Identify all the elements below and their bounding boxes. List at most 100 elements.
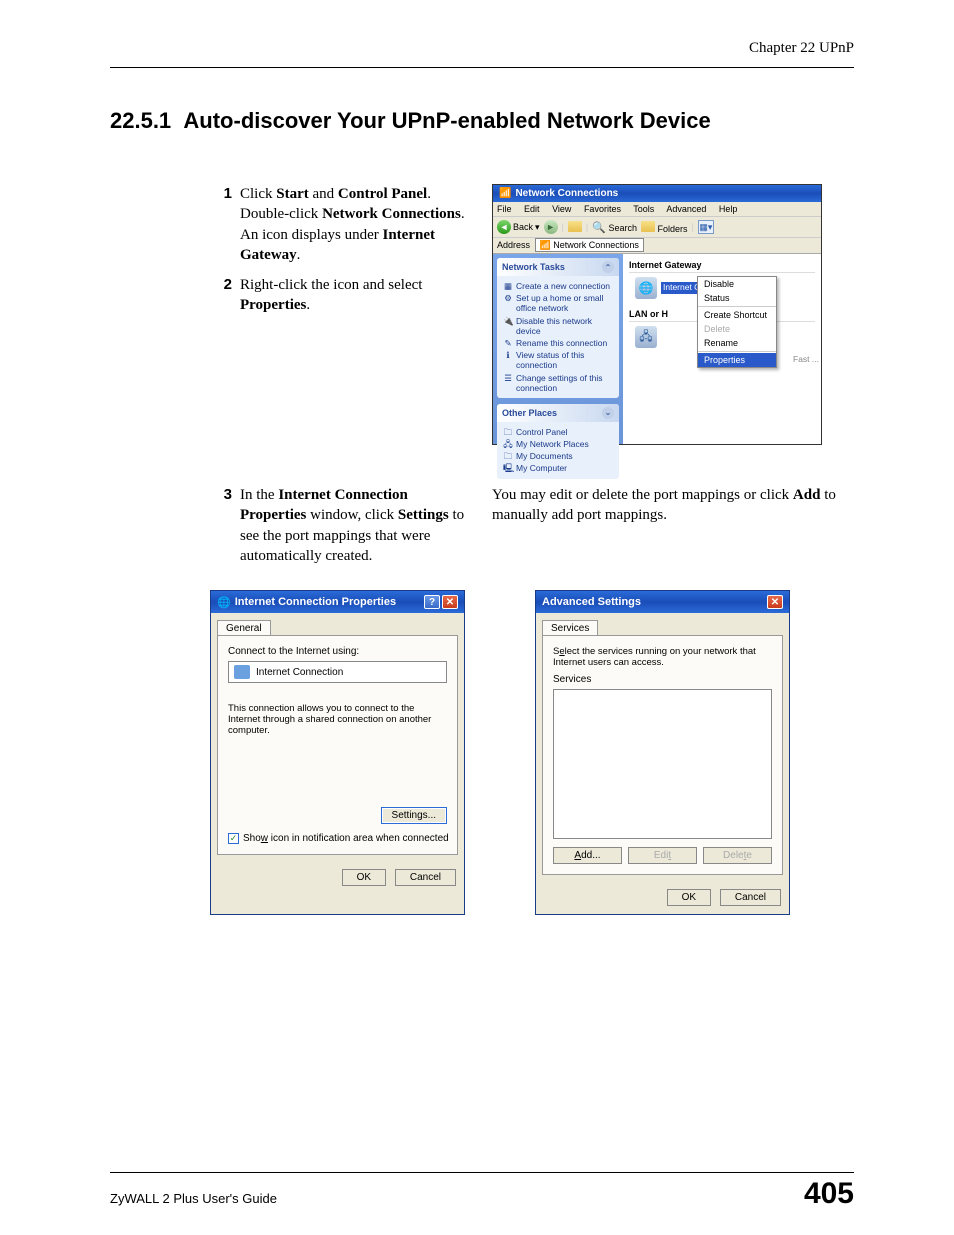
menu-edit[interactable]: Edit xyxy=(524,204,540,214)
cancel-button[interactable]: Cancel xyxy=(720,889,781,906)
task-view-status[interactable]: ℹView status of this connection xyxy=(503,349,613,371)
section-number: 22.5.1 xyxy=(110,108,171,133)
close-button[interactable]: ✕ xyxy=(767,595,783,609)
folders-icon xyxy=(641,221,655,232)
connect-using-label: Connect to the Internet using: xyxy=(228,646,447,657)
advanced-settings-dialog: Advanced Settings ✕ Services Select the … xyxy=(535,590,790,915)
back-button[interactable]: ◄ Back ▾ xyxy=(497,220,540,234)
step-number: 3 xyxy=(210,485,232,566)
step-body: Click Start and Control Panel. Double-cl… xyxy=(240,184,472,265)
step-number: 1 xyxy=(210,184,232,265)
toolbar: ◄ Back ▾ ► | | 🔍 Search Folders | ▦▾ xyxy=(493,217,821,238)
window-title: Network Connections xyxy=(515,188,618,199)
search-button[interactable]: 🔍 Search xyxy=(592,221,637,234)
connection-description: This connection allows you to connect to… xyxy=(228,703,447,736)
task-rename-connection[interactable]: ✎Rename this connection xyxy=(503,337,613,349)
window-icon: 📶 xyxy=(499,188,511,199)
services-description: Select the services running on your netw… xyxy=(553,646,772,668)
task-change-settings[interactable]: ☰Change settings of this connection xyxy=(503,372,613,394)
dialog-title: Internet Connection Properties xyxy=(235,596,396,608)
panel-header[interactable]: Network Tasks ⌃ xyxy=(497,258,619,276)
folders-button[interactable]: Folders xyxy=(641,221,688,234)
place-network-places[interactable]: 🖧My Network Places xyxy=(503,438,613,450)
dialog-titlebar[interactable]: Advanced Settings ✕ xyxy=(536,591,789,613)
right-note: You may edit or delete the port mappings… xyxy=(492,485,854,526)
menu-view[interactable]: View xyxy=(552,204,571,214)
dialog-title: Advanced Settings xyxy=(542,596,641,608)
close-button[interactable]: ✕ xyxy=(442,595,458,609)
connection-field[interactable]: Internet Connection xyxy=(228,661,447,683)
back-icon: ◄ xyxy=(497,220,511,234)
add-button[interactable]: Add... xyxy=(553,847,622,864)
address-value: Network Connections xyxy=(553,240,639,250)
checkbox-icon: ✓ xyxy=(228,833,239,844)
ctx-status[interactable]: Status xyxy=(698,291,776,305)
collapse-icon[interactable]: ⌃ xyxy=(602,261,614,273)
menu-advanced[interactable]: Advanced xyxy=(666,204,706,214)
address-bar[interactable]: Address 📶 Network Connections xyxy=(493,238,821,254)
menu-file[interactable]: File xyxy=(497,204,512,214)
header-rule xyxy=(110,67,854,68)
services-listbox[interactable] xyxy=(553,689,772,839)
dialog-titlebar[interactable]: 🌐 Internet Connection Properties ? ✕ xyxy=(211,591,464,613)
step-body: In the Internet Connection Properties wi… xyxy=(240,485,472,566)
main-pane: Internet Gateway 🌐 Internet Connection L… xyxy=(623,254,821,444)
connection-icon: 🌐 xyxy=(635,277,657,299)
truncated-text: Fast ... xyxy=(793,354,819,364)
forward-button[interactable]: ► xyxy=(544,220,558,234)
place-my-documents[interactable]: 🗀My Documents xyxy=(503,450,613,462)
page-footer: ZyWALL 2 Plus User's Guide 405 xyxy=(110,1172,854,1211)
group-internet-gateway: Internet Gateway xyxy=(629,258,815,273)
dialog-icon: 🌐 xyxy=(217,596,231,609)
ok-button[interactable]: OK xyxy=(342,869,386,886)
connection-name: Internet Connection xyxy=(256,667,343,678)
up-folder-icon xyxy=(568,221,582,232)
section-title: Auto-discover Your UPnP-enabled Network … xyxy=(183,108,710,133)
menu-help[interactable]: Help xyxy=(719,204,738,214)
tab-general[interactable]: General xyxy=(217,620,271,636)
task-disable-device[interactable]: 🔌Disable this network device xyxy=(503,315,613,337)
ok-button[interactable]: OK xyxy=(667,889,711,906)
delete-button: Delete xyxy=(703,847,772,864)
step-number: 2 xyxy=(210,275,232,316)
other-places-panel: Other Places ⌄ 🗀Control Panel 🖧My Networ… xyxy=(497,404,619,479)
collapse-icon[interactable]: ⌄ xyxy=(602,407,614,419)
task-setup-network[interactable]: ⚙Set up a home or small office network xyxy=(503,292,613,314)
context-menu[interactable]: Disable Status Create Shortcut Delete Re… xyxy=(697,276,777,368)
place-control-panel[interactable]: 🗀Control Panel xyxy=(503,426,613,438)
chapter-header: Chapter 22 UPnP xyxy=(110,40,854,67)
step-2: 2 Right-click the icon and select Proper… xyxy=(210,275,472,316)
side-pane: Network Tasks ⌃ ▦Create a new connection… xyxy=(493,254,623,444)
ctx-disable[interactable]: Disable xyxy=(698,277,776,291)
connection-icon: 🖧 xyxy=(635,326,657,348)
network-connections-window: 📶 Network Connections File Edit View Fav… xyxy=(492,184,822,445)
place-my-computer[interactable]: 🖳My Computer xyxy=(503,462,613,474)
window-titlebar[interactable]: 📶 Network Connections xyxy=(493,185,821,202)
ctx-rename[interactable]: Rename xyxy=(698,336,776,350)
search-icon: 🔍 xyxy=(592,222,606,234)
section-heading: 22.5.1 Auto-discover Your UPnP-enabled N… xyxy=(110,108,854,134)
internet-connection-properties-dialog: 🌐 Internet Connection Properties ? ✕ Gene… xyxy=(210,590,465,915)
panel-header[interactable]: Other Places ⌄ xyxy=(497,404,619,422)
tab-services[interactable]: Services xyxy=(542,620,598,636)
menu-bar[interactable]: File Edit View Favorites Tools Advanced … xyxy=(493,202,821,217)
cancel-button[interactable]: Cancel xyxy=(395,869,456,886)
ctx-create-shortcut[interactable]: Create Shortcut xyxy=(698,308,776,322)
menu-favorites[interactable]: Favorites xyxy=(584,204,621,214)
footer-guide-name: ZyWALL 2 Plus User's Guide xyxy=(110,1191,277,1206)
up-button[interactable] xyxy=(568,221,582,234)
views-button[interactable]: ▦▾ xyxy=(698,220,714,234)
step-body: Right-click the icon and select Properti… xyxy=(240,275,472,316)
ctx-delete: Delete xyxy=(698,322,776,336)
show-icon-checkbox[interactable]: ✓ Show icon in notification area when co… xyxy=(228,833,449,844)
address-label: Address xyxy=(497,240,530,250)
edit-button: Edit xyxy=(628,847,697,864)
settings-button[interactable]: Settings... xyxy=(381,807,447,824)
ctx-properties[interactable]: Properties xyxy=(698,353,776,367)
menu-tools[interactable]: Tools xyxy=(633,204,654,214)
task-create-connection[interactable]: ▦Create a new connection xyxy=(503,280,613,292)
services-label: Services xyxy=(553,674,772,685)
footer-page-number: 405 xyxy=(804,1177,854,1211)
address-icon: 📶 xyxy=(540,240,551,250)
help-button[interactable]: ? xyxy=(424,595,440,609)
